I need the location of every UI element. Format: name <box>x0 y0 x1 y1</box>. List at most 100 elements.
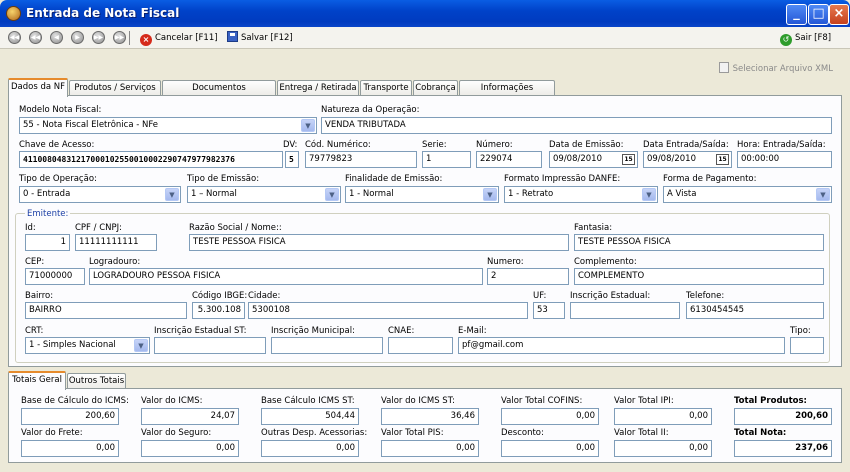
outras-field[interactable]: 0,00 <box>261 440 359 457</box>
total-nota-field[interactable]: 237,06 <box>734 440 832 457</box>
cidade-field[interactable]: 5300108 <box>248 302 528 319</box>
tab-outros-totais[interactable]: Outros Totais <box>67 373 126 389</box>
logradouro-field[interactable]: LOGRADOURO PESSOA FISICA <box>89 268 483 285</box>
numero-field[interactable]: 229074 <box>476 151 542 168</box>
select-xml-button[interactable]: Selecionar Arquivo XML <box>718 62 833 74</box>
cpf-field[interactable]: 11111111111 <box>75 234 157 251</box>
seguro-field[interactable]: 0,00 <box>141 440 239 457</box>
desconto-field[interactable]: 0,00 <box>501 440 599 457</box>
chevron-down-icon[interactable]: ▼ <box>301 119 315 132</box>
dv-label: DV: <box>283 140 298 150</box>
numero-label: Numero: <box>487 257 524 267</box>
pagamento-label: Forma de Pagamento: <box>663 174 757 184</box>
modelo-select[interactable]: 55 - Nota Fiscal Eletrônica - NFe ▼ <box>19 117 317 134</box>
close-button[interactable]: × <box>829 4 849 25</box>
bc-icms-field[interactable]: 200,60 <box>21 408 119 425</box>
calendar-icon[interactable]: 15 <box>716 154 729 165</box>
first-record-icon[interactable]: ◀◀ <box>8 31 21 44</box>
complemento-field[interactable]: COMPLEMENTO <box>574 268 824 285</box>
telefone-field[interactable]: 6130454545 <box>686 302 824 319</box>
toolbar: ◀◀ ◀◀ ◀ ▶ ▶▶ ▶▶ × Cancelar [F11] Salvar [… <box>0 27 850 49</box>
outras-label: Outras Desp. Acessorias: <box>261 428 368 438</box>
ii-field[interactable]: 0,00 <box>614 440 712 457</box>
ie-st-field[interactable] <box>154 337 266 354</box>
tab-entrega[interactable]: Entrega / Retirada <box>277 80 359 96</box>
cep-field[interactable]: 71000000 <box>25 268 85 285</box>
app-icon <box>6 6 21 21</box>
minimize-button[interactable]: _ <box>786 4 807 25</box>
data-entrada-field[interactable]: 09/08/2010 15 <box>643 151 732 168</box>
previous-record-icon[interactable]: ◀ <box>50 31 63 44</box>
razao-field[interactable]: TESTE PESSOA FISICA <box>189 234 569 251</box>
tab-totais-geral[interactable]: Totais Geral <box>8 371 66 390</box>
chevron-down-icon[interactable]: ▼ <box>134 339 148 352</box>
fantasia-field[interactable]: TESTE PESSOA FISICA <box>574 234 824 251</box>
ipi-field[interactable]: 0,00 <box>614 408 712 425</box>
title-bar[interactable]: Entrada de Nota Fiscal _ □ × <box>0 0 850 27</box>
bairro-field[interactable]: BAIRRO <box>25 302 187 319</box>
uf-field[interactable]: 53 <box>533 302 565 319</box>
chevron-down-icon[interactable]: ▼ <box>165 188 179 201</box>
cpf-label: CPF / CNPJ: <box>75 223 123 233</box>
cofins-field[interactable]: 0,00 <box>501 408 599 425</box>
chevron-down-icon[interactable]: ▼ <box>816 188 830 201</box>
dv-field[interactable]: 5 <box>285 151 299 168</box>
tipo-field[interactable] <box>790 337 824 354</box>
cnae-field[interactable] <box>388 337 453 354</box>
tab-transporte[interactable]: Transporte <box>360 80 412 96</box>
chevron-down-icon[interactable]: ▼ <box>483 188 497 201</box>
bairro-label: Bairro: <box>25 291 54 301</box>
total-produtos-field[interactable]: 200,60 <box>734 408 832 425</box>
cofins-label: Valor Total COFINS: <box>501 396 583 406</box>
last-record-icon[interactable]: ▶▶ <box>113 31 126 44</box>
emitente-title: Emitente: <box>25 209 71 219</box>
tipo-operacao-label: Tipo de Operação: <box>19 174 97 184</box>
natureza-field[interactable]: VENDA TRIBUTADA <box>321 117 832 134</box>
totals-panel: Base de Cálculo do ICMS: 200,60 Valor do… <box>8 388 842 463</box>
exit-button[interactable]: ↺ Sair [F8] <box>780 31 831 46</box>
next-page-icon[interactable]: ▶▶ <box>92 31 105 44</box>
v-icms-field[interactable]: 24,07 <box>141 408 239 425</box>
document-icon <box>718 62 729 73</box>
pis-field[interactable]: 0,00 <box>381 440 479 457</box>
ie-field[interactable] <box>570 302 680 319</box>
tipo-operacao-select[interactable]: 0 - Entrada ▼ <box>19 186 181 203</box>
chevron-down-icon[interactable]: ▼ <box>642 188 656 201</box>
ibge-field[interactable]: 5.300.108 <box>192 302 245 319</box>
finalidade-select[interactable]: 1 - Normal ▼ <box>345 186 499 203</box>
v-st-field[interactable]: 36,46 <box>381 408 479 425</box>
tipo-emissao-select[interactable]: 1 – Normal ▼ <box>187 186 341 203</box>
chevron-down-icon[interactable]: ▼ <box>325 188 339 201</box>
complemento-label: Complemento: <box>574 257 637 267</box>
tab-produtos[interactable]: Produtos / Serviços <box>69 80 161 96</box>
calendar-icon[interactable]: 15 <box>622 154 635 165</box>
data-emissao-field[interactable]: 09/08/2010 15 <box>549 151 638 168</box>
id-field[interactable]: 1 <box>25 234 70 251</box>
bc-icms-label: Base de Cálculo do ICMS: <box>21 396 129 406</box>
formato-select[interactable]: 1 - Retrato ▼ <box>504 186 658 203</box>
previous-page-icon[interactable]: ◀◀ <box>29 31 42 44</box>
chave-field[interactable]: 4110080483121700010255001000229074797798… <box>19 151 283 168</box>
cancel-icon: × <box>140 34 152 46</box>
im-field[interactable] <box>271 337 383 354</box>
cod-numerico-field[interactable]: 79779823 <box>305 151 417 168</box>
tab-dados-nf[interactable]: Dados da NF <box>8 78 68 97</box>
save-button[interactable]: Salvar [F12] <box>227 31 293 45</box>
email-field[interactable]: pf@gmail.com <box>458 337 785 354</box>
maximize-button[interactable]: □ <box>808 4 829 25</box>
v-icms-label: Valor do ICMS: <box>141 396 203 406</box>
cancel-button[interactable]: × Cancelar [F11] <box>140 31 218 46</box>
hora-field[interactable]: 00:00:00 <box>737 151 832 168</box>
tab-cobranca[interactable]: Cobrança <box>413 80 458 96</box>
next-record-icon[interactable]: ▶ <box>71 31 84 44</box>
tab-informacoes[interactable]: Informações Adicionais <box>459 80 555 108</box>
numero-field[interactable]: 2 <box>487 268 569 285</box>
serie-field[interactable]: 1 <box>422 151 471 168</box>
crt-select[interactable]: 1 - Simples Nacional ▼ <box>25 337 150 354</box>
pagamento-select[interactable]: A Vista ▼ <box>663 186 832 203</box>
tab-documentos[interactable]: Documentos Referenciados <box>162 80 276 108</box>
bc-st-field[interactable]: 504,44 <box>261 408 359 425</box>
frete-field[interactable]: 0,00 <box>21 440 119 457</box>
ipi-label: Valor Total IPI: <box>614 396 674 406</box>
dados-nf-panel: Modelo Nota Fiscal: 55 - Nota Fiscal Ele… <box>8 95 842 367</box>
